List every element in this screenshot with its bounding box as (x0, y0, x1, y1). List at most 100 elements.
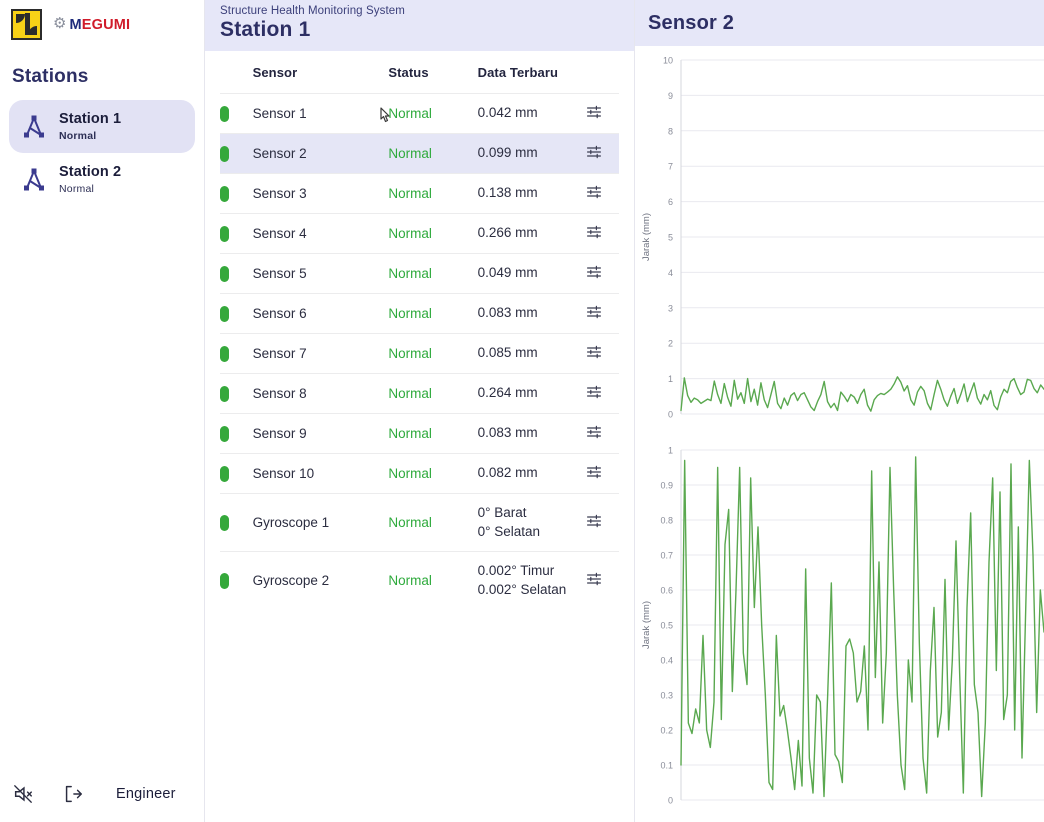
sliders-icon[interactable] (586, 144, 619, 163)
cell-status: Normal (388, 333, 478, 374)
cell-sensor-name: Sensor 10 (252, 453, 389, 494)
cell-latest-data: 0.085 mm (477, 333, 586, 374)
table-row[interactable]: Sensor 9 Normal 0.083 mm (220, 413, 619, 454)
cell-latest-data: 0° Barat 0° Selatan (477, 492, 586, 552)
cell-sensor-name: Sensor 4 (252, 213, 389, 254)
status-indicator-dot (220, 225, 229, 242)
gear-icon: ⚙ (53, 15, 67, 32)
brand: ⚙ MEGUMI (0, 0, 204, 40)
cell-indicator (220, 173, 253, 214)
cell-latest-data: 0.083 mm (477, 413, 586, 454)
cell-action (585, 253, 619, 294)
sidebar-footer: Engineer (0, 766, 204, 822)
cell-sensor-name: Sensor 7 (252, 333, 389, 374)
cell-indicator (220, 492, 253, 552)
sliders-icon[interactable] (586, 184, 619, 203)
cell-latest-data: 0.138 mm (477, 173, 586, 214)
cell-indicator (220, 453, 253, 494)
cell-action (585, 173, 619, 214)
sliders-icon[interactable] (586, 264, 619, 283)
cell-indicator (220, 133, 253, 174)
page-title: Station 1 (220, 18, 311, 41)
sliders-icon[interactable] (586, 464, 619, 483)
svg-text:0.4: 0.4 (660, 656, 673, 666)
svg-text:1: 1 (668, 374, 673, 384)
sensor-table: Sensor Status Data Terbaru Sensor 1 Norma… (220, 51, 619, 610)
cell-latest-data: 0.099 mm (477, 133, 586, 174)
table-row[interactable]: Gyroscope 1 Normal 0° Barat 0° Selatan (220, 492, 619, 552)
cell-latest-data: 0.083 mm (477, 293, 586, 334)
table-row[interactable]: Sensor 10 Normal 0.082 mm (220, 453, 619, 494)
svg-text:0: 0 (668, 796, 673, 806)
brand-name-first: M (69, 16, 82, 33)
sliders-icon[interactable] (586, 571, 619, 590)
sidebar-item-station-2[interactable]: Station 2 Normal (9, 153, 195, 206)
cell-action (585, 133, 619, 174)
table-row[interactable]: Gyroscope 2 Normal 0.002° Timur 0.002° Sel… (220, 551, 619, 610)
sliders-icon[interactable] (586, 304, 619, 323)
cell-sensor-name: Sensor 5 (252, 253, 389, 294)
megumi-square-logo (11, 9, 42, 40)
cell-sensor-name: Sensor 9 (252, 413, 389, 454)
svg-text:8: 8 (668, 126, 673, 136)
chart-sensor2-overview: 0 1 2 3 4 5 6 7 8 9 10 Jarak (mm) (635, 46, 1044, 436)
sliders-icon[interactable] (586, 384, 619, 403)
sidebar-heading: Stations (12, 66, 89, 87)
logout-icon[interactable] (62, 783, 84, 805)
table-head: Sensor Status Data Terbaru (220, 51, 619, 94)
speaker-muted-icon[interactable] (12, 783, 34, 805)
cell-sensor-name: Sensor 3 (252, 173, 389, 214)
status-indicator-dot (220, 465, 229, 482)
status-indicator-dot (220, 105, 229, 122)
cell-indicator (220, 373, 253, 414)
table-row[interactable]: Sensor 8 Normal 0.264 mm (220, 373, 619, 414)
cell-action (585, 293, 619, 334)
cell-action (585, 333, 619, 374)
station-tripod-icon (21, 167, 47, 193)
station-item-text: Station 1 Normal (59, 111, 121, 142)
cell-status: Normal (388, 133, 478, 174)
sliders-icon[interactable] (586, 104, 619, 123)
svg-text:Jarak (mm): Jarak (mm) (641, 601, 652, 649)
chart-sensor2-detail: 0 0.1 0.2 0.3 0.4 0.5 0.6 0.7 0.8 0.9 1 Jarak (mm) (635, 436, 1044, 822)
sliders-icon[interactable] (586, 513, 619, 532)
cell-latest-data: 0.042 mm (477, 93, 586, 134)
sliders-icon[interactable] (586, 344, 619, 363)
table-body: Sensor 1 Normal 0.042 mm Sensor 2 Normal 0.09… (220, 93, 619, 610)
sidebar-item-station-1[interactable]: Station 1 Normal (9, 100, 195, 153)
svg-text:Jarak (mm): Jarak (mm) (641, 213, 652, 261)
sliders-icon[interactable] (586, 224, 619, 243)
sliders-icon[interactable] (586, 424, 619, 443)
brand-name-rest: EGUMI (81, 16, 131, 33)
cell-sensor-name: Sensor 6 (252, 293, 389, 334)
table-row[interactable]: Sensor 4 Normal 0.266 mm (220, 213, 619, 254)
cell-action (585, 551, 619, 610)
cell-indicator (220, 93, 253, 134)
table-row[interactable]: Sensor 2 Normal 0.099 mm (220, 133, 619, 174)
cell-status: Normal (388, 413, 478, 454)
cell-latest-data: 0.266 mm (477, 213, 586, 254)
cell-sensor-name: Sensor 2 (252, 133, 389, 174)
column-header-sensor: Sensor (252, 65, 298, 80)
status-indicator-dot (220, 345, 229, 362)
status-indicator-dot (220, 385, 229, 402)
table-row[interactable]: Sensor 7 Normal 0.085 mm (220, 333, 619, 374)
cell-indicator (220, 551, 253, 610)
cell-status: Normal (388, 373, 478, 414)
cell-status: Normal (388, 453, 478, 494)
cell-indicator (220, 253, 253, 294)
cell-status: Normal (388, 492, 478, 552)
cell-action (585, 413, 619, 454)
svg-text:0.7: 0.7 (660, 551, 673, 561)
status-indicator-dot (220, 305, 229, 322)
table-row[interactable]: Sensor 1 Normal 0.042 mm (220, 93, 619, 134)
table-row[interactable]: Sensor 5 Normal 0.049 mm (220, 253, 619, 294)
sidebar-item-label: Station 1 (59, 111, 122, 127)
table-row[interactable]: Sensor 6 Normal 0.083 mm (220, 293, 619, 334)
column-header-status: Status (388, 65, 429, 80)
svg-text:0: 0 (668, 410, 673, 420)
cell-indicator (220, 413, 253, 454)
table-row[interactable]: Sensor 3 Normal 0.138 mm (220, 173, 619, 214)
cell-sensor-name: Sensor 8 (252, 373, 389, 414)
cell-status: Normal (388, 253, 478, 294)
